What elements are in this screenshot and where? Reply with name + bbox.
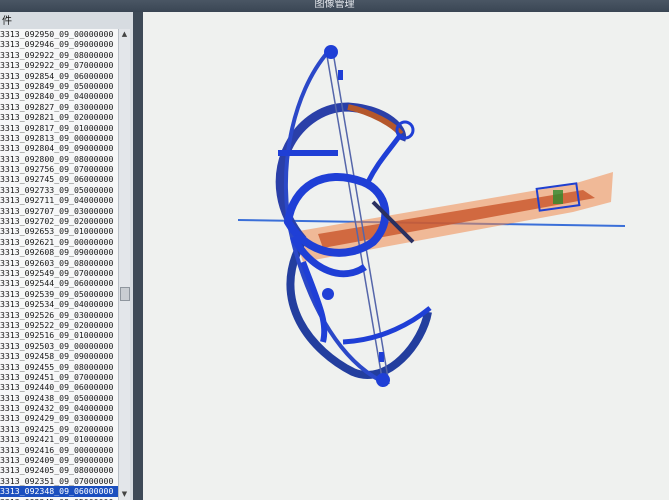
file-list-item[interactable]: 3313_092549_09_07000000 xyxy=(0,268,118,278)
file-list-item[interactable]: 3313_092653_09_01000000 xyxy=(0,226,118,236)
lower-cam xyxy=(376,373,390,387)
xray-crossbow-image xyxy=(237,45,626,387)
file-list-item[interactable]: 3313_092804_09_09000000 xyxy=(0,143,118,153)
file-list-item[interactable]: 3313_092516_09_01000000 xyxy=(0,330,118,340)
file-list-item[interactable]: 3313_092733_09_05000000 xyxy=(0,185,118,195)
file-list-panel: 件 3313_092950_09_00000000 3313_092946_09_… xyxy=(0,12,133,500)
file-list-item[interactable]: 3313_092922_09_07000000 xyxy=(0,60,118,70)
file-list-item[interactable]: 3313_092608_09_09000000 xyxy=(0,247,118,257)
file-list-item[interactable]: 3313_092946_09_09000000 xyxy=(0,39,118,49)
file-list-item[interactable]: 3313_092707_09_03000000 xyxy=(0,206,118,216)
file-list-header: 件 xyxy=(2,16,12,27)
file-list-item[interactable]: 3313_092405_09_08000000 xyxy=(0,465,118,475)
file-list-item[interactable]: 3313_092840_09_04000000 xyxy=(0,91,118,101)
file-list-item[interactable]: 3313_092922_09_08000000 xyxy=(0,50,118,60)
upper-cam xyxy=(324,45,338,59)
file-list-item[interactable]: 3313_092821_09_02000000 xyxy=(0,112,118,122)
file-list-item[interactable]: 3313_092438_09_05000000 xyxy=(0,393,118,403)
file-list-item[interactable]: 3313_092455_09_08000000 xyxy=(0,362,118,372)
file-list-item[interactable]: 3313_092544_09_06000000 xyxy=(0,278,118,288)
file-list-item[interactable]: 3313_092711_09_04000000 xyxy=(0,195,118,205)
file-list-item[interactable]: 3313_092503_09_00000000 xyxy=(0,341,118,351)
file-list-item[interactable]: 3313_092440_09_06000000 xyxy=(0,382,118,392)
file-list-item[interactable]: 3313_092534_09_04000000 xyxy=(0,299,118,309)
file-list-item[interactable]: 3313_092432_09_04000000 xyxy=(0,403,118,413)
file-list-item[interactable]: 3313_092849_09_05000000 xyxy=(0,81,118,91)
file-list-item[interactable]: 3313_092451_09_07000000 xyxy=(0,372,118,382)
file-list-item[interactable]: 3313_092800_09_08000000 xyxy=(0,154,118,164)
file-list-item[interactable]: 3313_092854_09_06000000 xyxy=(0,71,118,81)
window-title: 图像管理 xyxy=(0,0,669,12)
file-list-item[interactable]: 3313_092458_09_09000000 xyxy=(0,351,118,361)
scroll-down-arrow-icon[interactable]: ▼ xyxy=(120,490,129,499)
file-list-item[interactable]: 3313_092345_09_05000000 xyxy=(0,497,118,500)
file-list-item[interactable]: 3313_092539_09_05000000 xyxy=(0,289,118,299)
xray-image-view[interactable] xyxy=(143,12,669,500)
file-list-item[interactable]: 3313_092827_09_03000000 xyxy=(0,102,118,112)
file-list-item[interactable]: 3313_092416_09_00000000 xyxy=(0,445,118,455)
file-list-item[interactable]: 3313_092756_09_07000000 xyxy=(0,164,118,174)
file-list-item[interactable]: 3313_092745_09_06000000 xyxy=(0,174,118,184)
file-list-item[interactable]: 3313_092950_09_00000000 xyxy=(0,29,118,39)
file-list-item[interactable]: 3313_092817_09_01000000 xyxy=(0,123,118,133)
file-list-item[interactable]: 3313_092421_09_01000000 xyxy=(0,434,118,444)
file-list[interactable]: 3313_092950_09_00000000 3313_092946_09_09… xyxy=(0,29,118,500)
file-list-item[interactable]: 3313_092621_09_00000000 xyxy=(0,237,118,247)
file-list-item[interactable]: 3313_092348_09_06000000 xyxy=(0,486,118,497)
file-list-item[interactable]: 3313_092522_09_02000000 xyxy=(0,320,118,330)
file-list-item[interactable]: 3313_092351_09_07000000 xyxy=(0,476,118,486)
file-list-item[interactable]: 3313_092813_09_00000000 xyxy=(0,133,118,143)
scroll-thumb[interactable] xyxy=(120,287,130,301)
file-list-item[interactable]: 3313_092526_09_03000000 xyxy=(0,310,118,320)
file-list-item[interactable]: 3313_092425_09_02000000 xyxy=(0,424,118,434)
scroll-up-arrow-icon[interactable]: ▲ xyxy=(120,30,129,39)
file-list-item[interactable]: 3313_092702_09_02000000 xyxy=(0,216,118,226)
file-list-scrollbar[interactable]: ▲ ▼ xyxy=(118,29,130,500)
cocking-stirrup xyxy=(278,150,338,156)
file-list-item[interactable]: 3313_092409_09_09000000 xyxy=(0,455,118,465)
file-list-item[interactable]: 3313_092603_09_08000000 xyxy=(0,258,118,268)
file-list-item[interactable]: 3313_092429_09_03000000 xyxy=(0,413,118,423)
